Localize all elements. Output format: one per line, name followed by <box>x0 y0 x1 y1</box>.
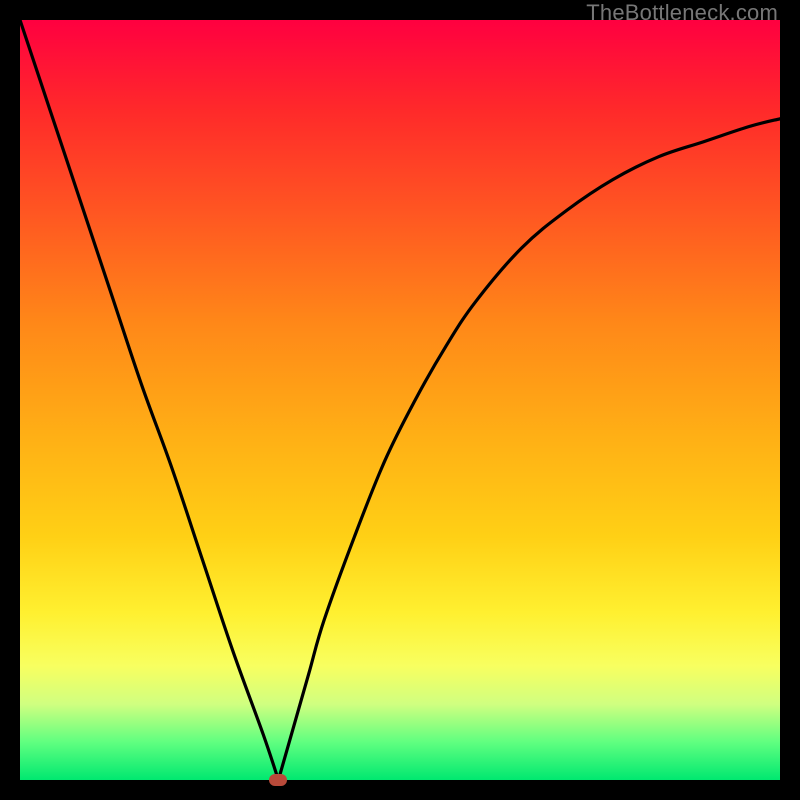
minimum-marker <box>269 774 287 786</box>
curve-left-branch <box>20 20 278 780</box>
chart-frame: TheBottleneck.com <box>0 0 800 800</box>
curve-right-branch <box>278 119 780 780</box>
plot-area <box>20 20 780 780</box>
curve-svg <box>20 20 780 780</box>
